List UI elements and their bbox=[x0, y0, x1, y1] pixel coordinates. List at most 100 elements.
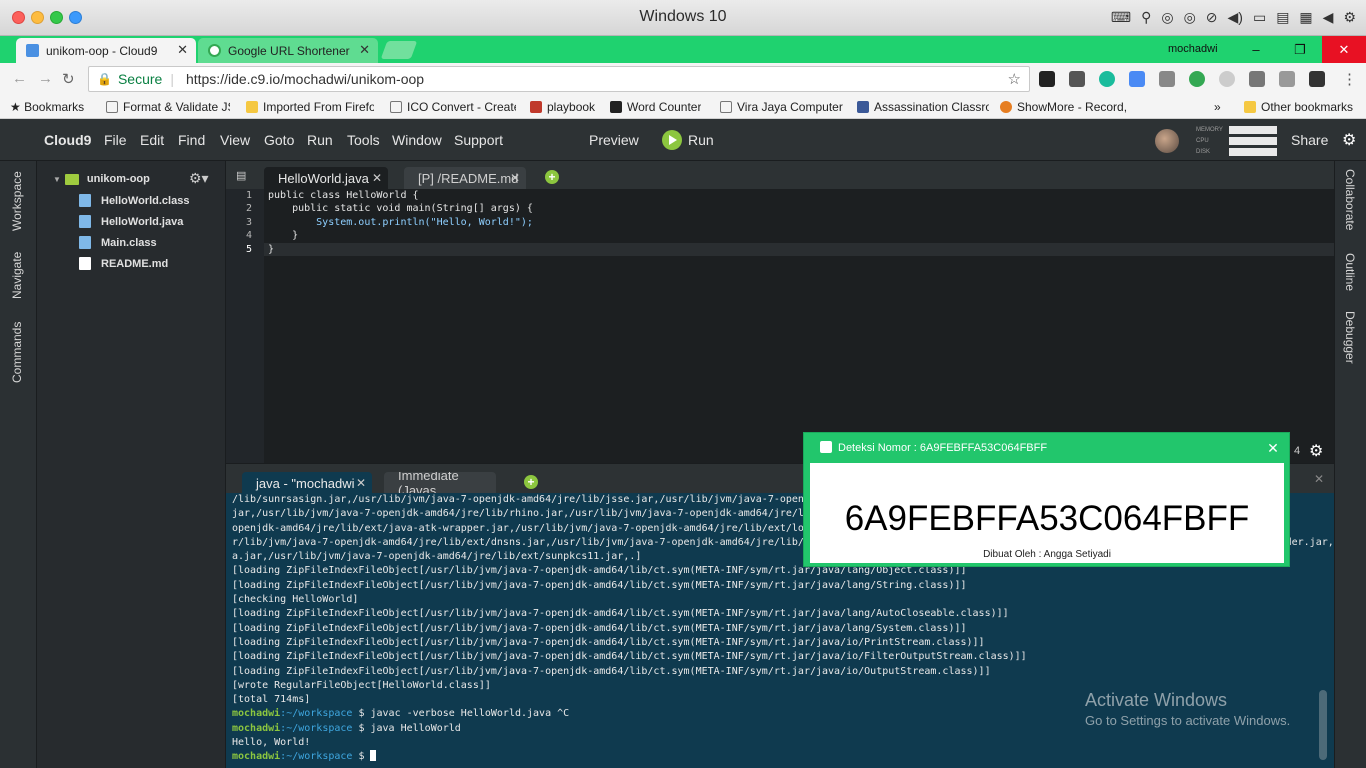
tab-commands[interactable]: Commands bbox=[10, 322, 24, 383]
extension-icon[interactable] bbox=[1219, 71, 1235, 87]
back-icon[interactable]: ← bbox=[12, 70, 27, 87]
tab-url-shortener[interactable]: Google URL Shortener ✕ bbox=[198, 38, 378, 63]
url-text[interactable]: https://ide.c9.io/mochadwi/unikom-oop bbox=[186, 71, 424, 87]
menu-run[interactable]: Run bbox=[307, 132, 333, 148]
tab-label: unikom-oop - Cloud9 bbox=[46, 43, 158, 58]
folder-icon bbox=[1244, 101, 1256, 113]
close-browser-button[interactable]: ✕ bbox=[1322, 36, 1366, 63]
extension-icon[interactable] bbox=[1099, 71, 1115, 87]
close-tab-icon[interactable]: ✕ bbox=[359, 42, 370, 58]
menu-goto[interactable]: Goto bbox=[264, 132, 294, 148]
restore-button[interactable]: ❐ bbox=[1278, 36, 1322, 63]
back-arrow-icon[interactable]: ◀ bbox=[1323, 9, 1334, 26]
tree-file[interactable]: HelloWorld.java bbox=[79, 215, 183, 228]
line-number: 5 bbox=[245, 243, 252, 255]
menu-support[interactable]: Support bbox=[454, 132, 503, 148]
menu-tools[interactable]: Tools bbox=[347, 132, 380, 148]
menu-find[interactable]: Find bbox=[178, 132, 205, 148]
run-button[interactable]: Run bbox=[688, 132, 714, 148]
bookmark-item[interactable]: ICO Convert - Create bbox=[390, 100, 516, 114]
run-icon[interactable] bbox=[662, 130, 682, 150]
terminal-scrollbar[interactable] bbox=[1319, 690, 1327, 760]
disc-icon[interactable]: ◎ bbox=[1161, 9, 1173, 26]
tree-file[interactable]: HelloWorld.class bbox=[79, 194, 189, 207]
tab-debugger[interactable]: Debugger bbox=[1343, 311, 1357, 364]
bookmark-item[interactable]: ★ Bookmarks bbox=[10, 100, 84, 114]
terminal-tab-immediate[interactable]: Immediate (Javas bbox=[384, 472, 496, 494]
ac-icon bbox=[857, 101, 869, 113]
extension-icon[interactable] bbox=[1309, 71, 1325, 87]
bookmark-item[interactable]: Word Counter bbox=[610, 100, 701, 114]
close-tab-icon[interactable]: ✕ bbox=[356, 476, 366, 490]
bookmark-item[interactable]: Imported From Firefo bbox=[246, 100, 374, 114]
tree-file[interactable]: Main.class bbox=[79, 236, 157, 249]
no-camera-icon[interactable]: ⊘ bbox=[1206, 9, 1218, 26]
dropper-icon[interactable] bbox=[1279, 71, 1295, 87]
tab-list-icon[interactable]: ▤ bbox=[236, 169, 246, 182]
close-tab-icon[interactable]: ✕ bbox=[372, 171, 382, 185]
bookmark-item[interactable]: Format & Validate JS bbox=[106, 100, 230, 114]
translate-icon[interactable] bbox=[1129, 71, 1145, 87]
keyboard-icon[interactable]: ⌨ bbox=[1111, 9, 1131, 26]
extension-icon[interactable] bbox=[1039, 71, 1055, 87]
dialog-close-button[interactable]: ✕ bbox=[1257, 433, 1289, 463]
omnibox[interactable]: 🔒 Secure | https://ide.c9.io/mochadwi/un… bbox=[88, 66, 1030, 92]
minimize-button[interactable]: – bbox=[1234, 36, 1278, 63]
close-panel-icon[interactable]: ✕ bbox=[1314, 472, 1324, 486]
shield-icon[interactable] bbox=[1159, 71, 1175, 87]
menu-edit[interactable]: Edit bbox=[140, 132, 164, 148]
other-bookmarks[interactable]: Other bookmarks bbox=[1244, 100, 1353, 114]
code-editor[interactable]: public class HelloWorld { public static … bbox=[264, 189, 1334, 463]
profile-name[interactable]: mochadwi bbox=[1168, 43, 1218, 55]
tab-cloud9[interactable]: unikom-oop - Cloud9 ✕ bbox=[16, 38, 196, 63]
bookmark-star-icon[interactable]: ☆ bbox=[1008, 70, 1021, 88]
bookmark-item[interactable]: ShowMore - Record, bbox=[1000, 100, 1128, 114]
share-button[interactable]: Share bbox=[1291, 132, 1328, 148]
printer-icon[interactable]: ▦ bbox=[1299, 9, 1312, 26]
menu-file[interactable]: File bbox=[104, 132, 127, 148]
app-icon bbox=[820, 441, 832, 453]
close-tab-icon[interactable]: ✕ bbox=[510, 171, 520, 185]
tab-outline[interactable]: Outline bbox=[1343, 253, 1357, 291]
usb-icon[interactable]: ⚲ bbox=[1141, 9, 1151, 26]
volume-icon[interactable]: ◀) bbox=[1228, 9, 1243, 26]
terminal-prompt[interactable]: mochadwi:~/workspace $ bbox=[232, 750, 1334, 764]
add-terminal-button[interactable]: + bbox=[524, 475, 538, 489]
c9-logo[interactable]: Cloud9 bbox=[44, 132, 91, 148]
forward-icon[interactable]: → bbox=[38, 70, 53, 87]
terminal-line: [loading ZipFileIndexFileObject[/usr/lib… bbox=[232, 579, 967, 591]
extension-icon[interactable] bbox=[1249, 71, 1265, 87]
extension-icon[interactable] bbox=[1069, 71, 1085, 87]
editor-tab-helloworld[interactable]: HelloWorld.java ✕ bbox=[264, 167, 388, 189]
tab-navigate[interactable]: Navigate bbox=[10, 252, 24, 299]
disc2-icon[interactable]: ◎ bbox=[1184, 9, 1196, 26]
chevron-down-icon[interactable]: ▼ bbox=[53, 175, 61, 184]
terminal-tab-java[interactable]: java - "mochadwi ✕ bbox=[242, 472, 372, 494]
avatar[interactable] bbox=[1155, 129, 1179, 153]
reload-icon[interactable]: ↻ bbox=[62, 70, 75, 88]
preferences-gear-icon[interactable]: ⚙ bbox=[1342, 130, 1356, 150]
display-icon[interactable]: ▤ bbox=[1276, 9, 1289, 26]
bookmark-item[interactable]: Assassination Classro bbox=[857, 100, 989, 114]
divider: | bbox=[170, 71, 174, 87]
tab-collaborate[interactable]: Collaborate bbox=[1343, 169, 1357, 230]
bookmark-item[interactable]: playbook bbox=[530, 100, 595, 114]
menu-view[interactable]: View bbox=[220, 132, 250, 148]
menu-kebab-icon[interactable]: ⋮ bbox=[1342, 70, 1357, 88]
tab-workspace[interactable]: Workspace bbox=[10, 171, 24, 231]
tree-root-folder[interactable]: ▼ unikom-oop bbox=[53, 173, 150, 185]
bookmark-item[interactable]: Vira Jaya Computer ( bbox=[720, 100, 844, 114]
editor-settings-gear-icon[interactable]: ⚙ bbox=[1309, 441, 1323, 461]
more-bookmarks-button[interactable]: » bbox=[1214, 100, 1221, 114]
network-icon[interactable]: ▭ bbox=[1253, 9, 1266, 26]
close-tab-icon[interactable]: ✕ bbox=[177, 42, 188, 58]
settings-gear-icon[interactable]: ⚙ bbox=[1343, 9, 1356, 26]
tree-file[interactable]: README.md bbox=[79, 257, 168, 270]
add-tab-button[interactable]: + bbox=[545, 170, 559, 184]
tree-settings-gear-icon[interactable]: ⚙▾ bbox=[189, 170, 209, 187]
editor-tab-readme[interactable]: [P] /README.md ✕ bbox=[404, 167, 526, 189]
grammarly-icon[interactable] bbox=[1189, 71, 1205, 87]
preview-button[interactable]: Preview bbox=[589, 132, 639, 148]
new-tab-button[interactable] bbox=[380, 41, 418, 59]
menu-window[interactable]: Window bbox=[392, 132, 442, 148]
